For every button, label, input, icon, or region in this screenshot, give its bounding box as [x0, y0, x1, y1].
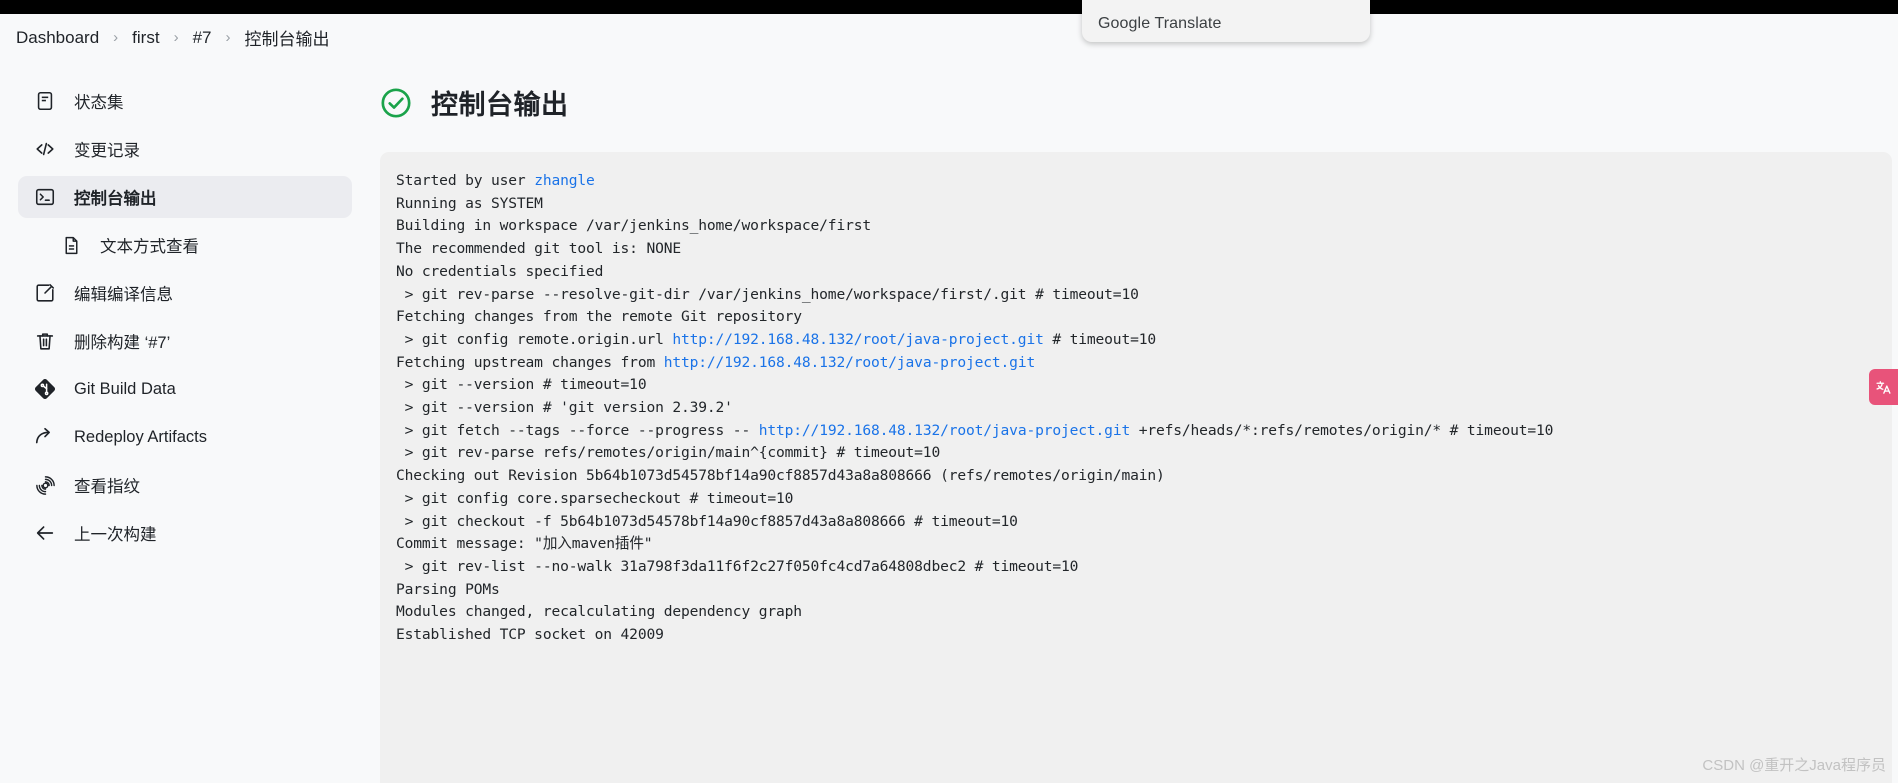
console-line: Fetching upstream changes from http://19… [396, 352, 1892, 375]
console-line: > git rev-list --no-walk 31a798f3da11f6f… [396, 556, 1892, 579]
console-line: > git rev-parse refs/remotes/origin/main… [396, 442, 1892, 465]
console-link[interactable]: zhangle [534, 172, 595, 189]
sidebar-item-label: 控制台输出 [74, 190, 157, 208]
translate-side-tab[interactable] [1869, 369, 1898, 405]
console-line: > git --version # timeout=10 [396, 374, 1892, 397]
console-text: > git config core.sparsecheckout # timeo… [396, 489, 794, 507]
console-line: > git checkout -f 5b64b1073d54578bf14a90… [396, 511, 1892, 534]
console-text: +refs/heads/*:refs/remotes/origin/* # ti… [1130, 421, 1554, 439]
sidebar-item-view-as-plain-text[interactable]: 文本方式查看 [44, 224, 352, 266]
trash-icon [32, 328, 58, 354]
git-icon [32, 376, 58, 402]
console-link[interactable]: http://192.168.48.132/root/java-project.… [759, 422, 1131, 439]
console-line: Running as SYSTEM [396, 193, 1892, 216]
sidebar-item-label: 状态集 [74, 94, 124, 112]
sidebar-item-previous-build[interactable]: 上一次构建 [18, 512, 352, 554]
console-line: Started by user zhangle [396, 170, 1892, 193]
console-text: No credentials specified [396, 262, 604, 280]
fingerprint-icon [32, 472, 58, 498]
sidebar-item-label: 编辑编译信息 [74, 286, 173, 304]
file-text-icon [58, 232, 84, 258]
breadcrumb-separator: › [225, 29, 231, 46]
sidebar-item-label: 文本方式查看 [100, 238, 199, 256]
console-line: Parsing POMs [396, 579, 1892, 602]
breadcrumb-item-first[interactable]: first [132, 28, 159, 48]
breadcrumb-item-dashboard[interactable]: Dashboard [16, 28, 99, 48]
sidebar-item-label: 上一次构建 [74, 526, 157, 544]
breadcrumb-item-build-number[interactable]: #7 [193, 28, 212, 48]
console-output-log[interactable]: Started by user zhangle Running as SYSTEM… [380, 152, 1892, 783]
console-line: Modules changed, recalculating dependenc… [396, 601, 1892, 624]
console-text: > git --version # timeout=10 [396, 376, 647, 394]
breadcrumb: Dashboard › first › #7 › 控制台输出 [0, 14, 1898, 61]
breadcrumb-separator: › [173, 29, 179, 46]
terminal-icon [32, 184, 58, 210]
browser-top-strip [0, 0, 1898, 14]
translate-icon [1876, 380, 1891, 394]
console-text: Parsing POMs [396, 580, 500, 598]
sidebar-item-label: 查看指纹 [74, 478, 140, 496]
sidebar-item-label: Redeploy Artifacts [74, 427, 207, 446]
console-text: > git fetch --tags --force --progress -- [396, 421, 759, 439]
console-text: Commit message: "加入maven插件" [396, 535, 653, 553]
console-line: Established TCP socket on 42009 [396, 624, 1892, 647]
console-line: The recommended git tool is: NONE [396, 238, 1892, 261]
console-text: Building in workspace /var/jenkins_home/… [396, 217, 871, 235]
console-line: No credentials specified [396, 261, 1892, 284]
console-text: The recommended git tool is: NONE [396, 240, 681, 258]
console-line: > git rev-parse --resolve-git-dir /var/j… [396, 284, 1892, 307]
console-text: Modules changed, recalculating dependenc… [396, 603, 802, 621]
console-line: > git config core.sparsecheckout # timeo… [396, 488, 1892, 511]
google-translate-popup[interactable]: Google Translate [1082, 0, 1370, 42]
console-text: Started by user [396, 172, 535, 189]
edit-icon [32, 280, 58, 306]
code-icon [32, 136, 58, 162]
console-line: Checking out Revision 5b64b1073d54578bf1… [396, 465, 1892, 488]
console-text: Fetching changes from the remote Git rep… [396, 308, 802, 326]
sidebar-item-edit-build-information[interactable]: 编辑编译信息 [18, 272, 352, 314]
console-text: Checking out Revision 5b64b1073d54578bf1… [396, 467, 1165, 485]
console-text: > git rev-parse refs/remotes/origin/main… [396, 444, 941, 462]
redeploy-icon [32, 424, 58, 450]
console-text: > git checkout -f 5b64b1073d54578bf14a90… [396, 512, 1018, 530]
console-link[interactable]: http://192.168.48.132/root/java-project.… [664, 354, 1036, 371]
console-text: > git config remote.origin.url [396, 330, 673, 348]
console-line: > git config remote.origin.url http://19… [396, 329, 1892, 352]
console-text: > git rev-list --no-walk 31a798f3da11f6f… [396, 557, 1079, 575]
sidebar-item-redeploy-artifacts[interactable]: Redeploy Artifacts [18, 416, 352, 458]
sidebar-item-label: Git Build Data [74, 379, 176, 398]
sidebar: 状态集 变更记录 控制台输出 文本方式查看 编辑编译信息 删除构建 ‘#7’ G… [0, 61, 372, 554]
main-content: 控制台输出 Started by user zhangle Running as … [372, 61, 1898, 783]
google-translate-popup-label: Google Translate [1098, 15, 1222, 32]
sidebar-item-changelog[interactable]: 变更记录 [18, 128, 352, 170]
sidebar-item-git-build-data[interactable]: Git Build Data [18, 368, 352, 410]
arrow-left-icon [32, 520, 58, 546]
watermark: CSDN @重开之Java程序员 [1702, 757, 1886, 774]
sidebar-item-console-output[interactable]: 控制台输出 [18, 176, 352, 218]
console-text: Established TCP socket on 42009 [396, 626, 664, 644]
page-title: 控制台输出 [431, 90, 569, 120]
sidebar-item-label: 变更记录 [74, 142, 140, 160]
console-line: Building in workspace /var/jenkins_home/… [396, 215, 1892, 238]
page-header: 控制台输出 [372, 61, 1898, 122]
document-icon [32, 88, 58, 114]
console-text: Fetching upstream changes from [396, 353, 664, 371]
sidebar-item-view-fingerprints[interactable]: 查看指纹 [18, 464, 352, 506]
console-text: > git rev-parse --resolve-git-dir /var/j… [396, 285, 1139, 303]
check-circle-icon [379, 86, 413, 120]
sidebar-item-status-set[interactable]: 状态集 [18, 80, 352, 122]
console-line: > git fetch --tags --force --progress --… [396, 420, 1892, 443]
console-line: > git --version # 'git version 2.39.2' [396, 397, 1892, 420]
page-body: 状态集 变更记录 控制台输出 文本方式查看 编辑编译信息 删除构建 ‘#7’ G… [0, 61, 1898, 783]
sidebar-item-delete-build[interactable]: 删除构建 ‘#7’ [18, 320, 352, 362]
console-text: Running as SYSTEM [396, 194, 543, 212]
console-text: # timeout=10 [1043, 330, 1156, 348]
console-link[interactable]: http://192.168.48.132/root/java-project.… [672, 331, 1044, 348]
console-line: Commit message: "加入maven插件" [396, 533, 1892, 556]
breadcrumb-item-console-output[interactable]: 控制台输出 [244, 25, 329, 50]
sidebar-item-label: 删除构建 ‘#7’ [74, 334, 171, 352]
console-line: Fetching changes from the remote Git rep… [396, 306, 1892, 329]
console-text: > git --version # 'git version 2.39.2' [396, 399, 733, 417]
breadcrumb-separator: › [113, 29, 119, 46]
